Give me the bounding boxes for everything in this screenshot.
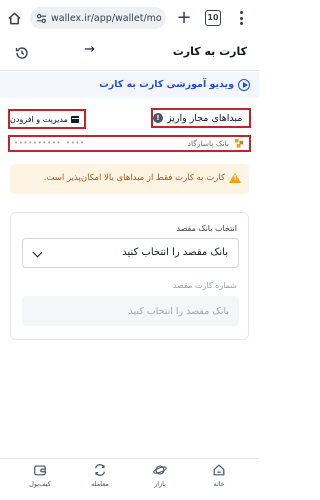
video-tutorial-link[interactable]: ویدیو آموزشی کارت به کارت: [0, 72, 259, 98]
nav-label-trade: معامله: [91, 480, 109, 488]
source-card-item: بانک پاسارگاد •••••••••• ••••: [8, 135, 251, 152]
history-icon[interactable]: [14, 45, 30, 61]
manage-add-label: مدیریت و افزودن: [10, 114, 68, 124]
pasargad-bank-logo-icon: [234, 138, 244, 148]
browser-menu-button[interactable]: [236, 9, 246, 27]
browser-toolbar: wallex.ir/app/wallet/mo + 10: [0, 0, 259, 36]
warning-icon: [229, 173, 241, 183]
site-settings-icon[interactable]: [36, 13, 47, 24]
manage-add-button[interactable]: مدیریت و افزودن: [8, 109, 86, 129]
allowed-sources-heading: مبداهای مجاز واریز !: [151, 108, 251, 128]
dest-bank-select[interactable]: بانک مقصد را انتخاب کنید: [22, 238, 239, 268]
dest-bank-select-value: بانک مقصد را انتخاب کنید: [122, 247, 228, 258]
market-icon: [153, 465, 167, 475]
source-card-number: •••••••••• ••••: [14, 139, 85, 147]
page-title: کارت به کارت: [172, 45, 247, 58]
plus-icon: +: [176, 7, 192, 28]
trade-icon: [95, 464, 105, 476]
nav-label-wallet: کیف‌پول: [29, 480, 51, 488]
bottom-navigation: خانه بازار معامله کیف‌پول: [0, 458, 259, 500]
nav-item-wallet[interactable]: کیف‌پول: [20, 463, 60, 497]
warning-banner: کارت به کارت فقط از مبداهای بالا امکان‌پ…: [10, 164, 249, 194]
source-bank-name: بانک پاسارگاد: [187, 139, 229, 148]
nav-item-market[interactable]: بازار: [140, 463, 180, 497]
app-header: کارت به کارت →: [0, 38, 259, 68]
new-tab-button[interactable]: +: [174, 7, 194, 29]
address-bar[interactable]: wallex.ir/app/wallet/mo: [30, 7, 166, 29]
wallet-icon: [34, 465, 46, 476]
back-arrow-icon[interactable]: →: [84, 42, 95, 57]
info-icon[interactable]: !: [153, 113, 163, 123]
home-icon: [7, 12, 21, 24]
dest-card-input[interactable]: [22, 296, 239, 326]
dest-bank-label: انتخاب بانک مقصد: [176, 224, 237, 233]
nav-item-home[interactable]: خانه: [199, 463, 239, 497]
menu-dot: [239, 11, 243, 14]
menu-dot: [239, 22, 243, 25]
tab-switcher-button[interactable]: 10: [205, 10, 221, 26]
warning-text: کارت به کارت فقط از مبداهای بالا امکان‌پ…: [43, 173, 225, 183]
nav-label-home: خانه: [213, 480, 225, 488]
nav-label-market: بازار: [154, 480, 166, 488]
home-button[interactable]: [4, 8, 24, 28]
nav-item-trade[interactable]: معامله: [80, 463, 120, 497]
video-tutorial-label: ویدیو آموزشی کارت به کارت: [99, 79, 234, 90]
header-divider: [0, 70, 259, 71]
url-text: wallex.ir/app/wallet/mo: [51, 12, 162, 24]
play-icon: [238, 79, 250, 91]
home-icon: [213, 464, 225, 476]
transfer-form: انتخاب بانک مقصد بانک مقصد را انتخاب کنی…: [10, 212, 249, 340]
menu-dot: [239, 16, 243, 20]
dest-card-label: شماره کارت مقصد: [172, 281, 237, 290]
allowed-sources-title: مبداهای مجاز واریز: [167, 112, 243, 124]
chevron-down-icon: [32, 247, 43, 258]
card-icon: [70, 115, 79, 123]
